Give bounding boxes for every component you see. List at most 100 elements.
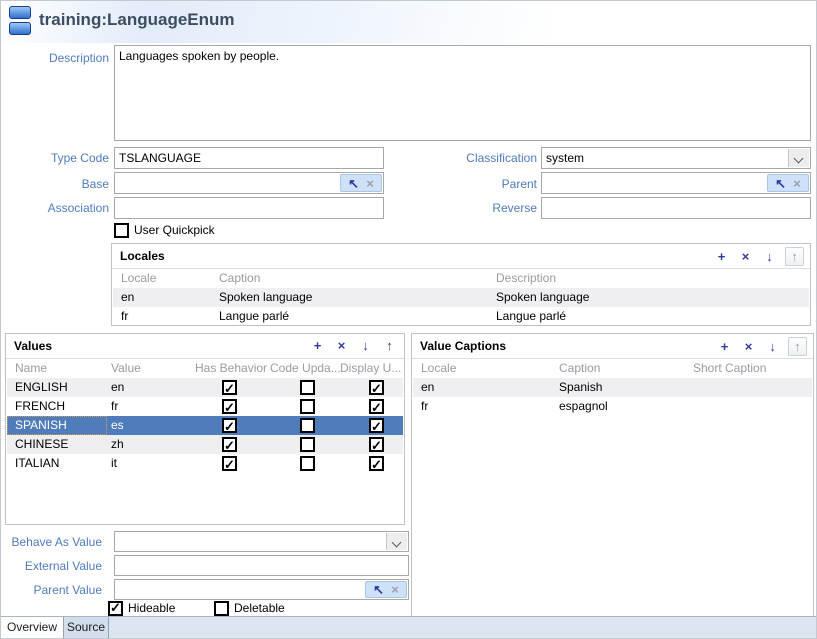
cell-value: zh (111, 435, 124, 454)
description-textarea[interactable]: Languages spoken by people. (114, 45, 811, 141)
move-down-icon[interactable]: ↓ (761, 248, 778, 265)
column-header-code-updatable: Code Upda... (270, 361, 341, 375)
user-quickpick-label: User Quickpick (134, 223, 215, 237)
add-icon[interactable]: + (309, 337, 326, 354)
move-down-icon[interactable]: ↓ (764, 338, 781, 355)
cell-caption: Spanish (559, 378, 602, 397)
move-up-icon[interactable]: ↑ (788, 337, 807, 356)
cell-caption: Spoken language (219, 288, 312, 307)
locales-toolbar: + × ↓ ↑ (713, 247, 804, 266)
values-column-headers: Name Value Has Behavior Code Upda... Dis… (7, 359, 403, 377)
parent-label: Parent (401, 177, 537, 191)
user-quickpick-checkbox[interactable] (114, 223, 129, 238)
values-title: Values (14, 339, 52, 353)
display-updatable-checkbox[interactable] (369, 437, 384, 452)
editor-tab-bar: Overview Source (1, 616, 816, 638)
table-row[interactable]: ITALIAN it (7, 454, 403, 473)
table-row[interactable]: CHINESE zh (7, 435, 403, 454)
deletable-checkbox[interactable] (214, 601, 229, 616)
base-picker[interactable]: ↖ × (114, 172, 384, 194)
behave-as-value-label: Behave As Value (1, 535, 102, 549)
value-captions-toolbar: + × ↓ ↑ (716, 337, 807, 356)
cell-caption: espagnol (559, 397, 608, 416)
delete-icon[interactable]: × (740, 338, 757, 355)
description-label: Description (1, 51, 109, 65)
hideable-label: Hideable (128, 601, 175, 615)
column-header-display-updatable: Display U... (340, 361, 401, 375)
chevron-down-icon[interactable] (386, 533, 407, 550)
base-picker-buttons: ↖ × (340, 174, 382, 192)
has-behavior-checkbox[interactable] (222, 380, 237, 395)
locales-column-headers: Locale Caption Description (113, 269, 809, 287)
code-updatable-checkbox[interactable] (300, 380, 315, 395)
classification-select[interactable]: system (541, 147, 811, 169)
cell-description: Spoken language (496, 288, 589, 307)
pick-arrow-icon[interactable]: ↖ (348, 177, 359, 190)
move-up-icon[interactable]: ↑ (785, 247, 804, 266)
has-behavior-checkbox[interactable] (222, 418, 237, 433)
type-code-input[interactable]: TSLANGUAGE (114, 147, 384, 169)
move-down-icon[interactable]: ↓ (357, 337, 374, 354)
pick-arrow-icon[interactable]: ↖ (775, 177, 786, 190)
deletable-label: Deletable (234, 601, 285, 615)
cell-value: fr (111, 397, 118, 416)
table-row[interactable]: SPANISH es (7, 416, 403, 435)
behave-as-value-select[interactable] (114, 531, 409, 552)
cell-name: FRENCH (15, 397, 65, 416)
external-value-label: External Value (1, 559, 102, 573)
code-updatable-checkbox[interactable] (300, 437, 315, 452)
display-updatable-checkbox[interactable] (369, 456, 384, 471)
clear-icon[interactable]: × (793, 177, 801, 190)
parent-picker[interactable]: ↖ × (541, 172, 811, 194)
table-row[interactable]: ENGLISH en (7, 378, 403, 397)
clear-icon[interactable]: × (391, 583, 399, 596)
cell-value: es (111, 416, 124, 435)
code-updatable-checkbox[interactable] (300, 418, 315, 433)
cell-name: ITALIAN (15, 454, 59, 473)
delete-icon[interactable]: × (333, 337, 350, 354)
external-value-input[interactable] (114, 555, 409, 576)
cell-name: CHINESE (15, 435, 68, 454)
reverse-input[interactable] (541, 197, 811, 219)
cell-value: en (111, 378, 124, 397)
cell-description: Langue parlé (496, 307, 566, 326)
display-updatable-checkbox[interactable] (369, 380, 384, 395)
association-input[interactable] (114, 197, 384, 219)
column-header-locale: Locale (121, 271, 156, 285)
page-title: training:LanguageEnum (39, 10, 235, 30)
code-updatable-checkbox[interactable] (300, 456, 315, 471)
locales-title: Locales (120, 249, 165, 263)
add-icon[interactable]: + (713, 248, 730, 265)
values-panel: Values + × ↓ ↑ Name Value Has Behavior C… (5, 333, 405, 525)
parent-value-picker-buttons: ↖ × (365, 581, 407, 598)
has-behavior-checkbox[interactable] (222, 437, 237, 452)
code-updatable-checkbox[interactable] (300, 399, 315, 414)
move-up-icon[interactable]: ↑ (381, 337, 398, 354)
delete-icon[interactable]: × (737, 248, 754, 265)
tab-source[interactable]: Source (64, 617, 109, 638)
cell-locale: fr (121, 307, 128, 326)
has-behavior-checkbox[interactable] (222, 399, 237, 414)
add-icon[interactable]: + (716, 338, 733, 355)
table-row[interactable]: fr espagnol (413, 397, 812, 416)
table-row[interactable]: FRENCH fr (7, 397, 403, 416)
column-header-short-caption: Short Caption (693, 361, 766, 375)
chevron-down-icon[interactable] (788, 149, 809, 167)
tab-overview[interactable]: Overview (1, 617, 64, 638)
table-row[interactable]: fr Langue parlé Langue parlé (113, 307, 809, 326)
value-captions-panel-header: Value Captions + × ↓ ↑ (412, 334, 813, 359)
pick-arrow-icon[interactable]: ↖ (373, 583, 384, 596)
cell-caption: Langue parlé (219, 307, 289, 326)
display-updatable-checkbox[interactable] (369, 418, 384, 433)
column-header-has-behavior: Has Behavior (195, 361, 267, 375)
column-header-locale: Locale (421, 361, 456, 375)
clear-icon[interactable]: × (366, 177, 374, 190)
hideable-checkbox[interactable] (108, 601, 123, 616)
display-updatable-checkbox[interactable] (369, 399, 384, 414)
table-row[interactable]: en Spoken language Spoken language (113, 288, 809, 307)
parent-value-picker[interactable]: ↖ × (114, 579, 409, 600)
locales-panel: Locales + × ↓ ↑ Locale Caption Descripti… (111, 243, 811, 326)
has-behavior-checkbox[interactable] (222, 456, 237, 471)
table-row[interactable]: en Spanish (413, 378, 812, 397)
column-header-name: Name (15, 361, 47, 375)
